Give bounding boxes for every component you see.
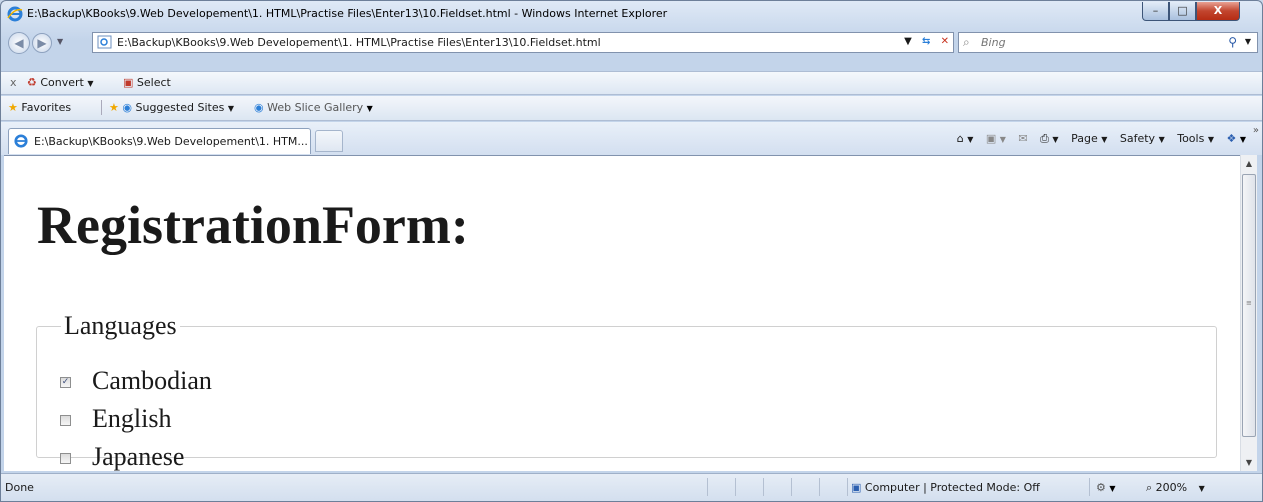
convert-dropdown-icon: ▼ xyxy=(87,79,94,88)
recent-pages-dropdown-icon[interactable]: ▼ xyxy=(57,37,63,46)
more-tools-chevron-icon[interactable]: » xyxy=(1253,125,1259,136)
refresh-icon[interactable]: ⇆ xyxy=(922,36,930,47)
home-icon[interactable]: ⌂ ▼ xyxy=(957,132,974,145)
ie-window: E:\Backup\KBooks\9.Web Developement\1. H… xyxy=(0,0,1263,502)
tools-menu-label: Tools xyxy=(1177,132,1205,145)
vertical-scrollbar[interactable]: ▲ ≡ ▼ xyxy=(1240,155,1257,471)
scrollbar-grip-icon: ≡ xyxy=(1246,299,1252,307)
command-bar: x ♻ Convert ▼ ▣ Select xyxy=(1,71,1262,95)
ie-logo-icon xyxy=(7,6,23,25)
select-icon: ▣ xyxy=(123,76,134,89)
convert-label: Convert xyxy=(40,76,84,89)
zoom-icon: ⌕ xyxy=(1146,481,1153,494)
maximize-button[interactable]: □ xyxy=(1169,2,1196,21)
select-label: Select xyxy=(136,76,171,89)
favorites-bar: ★ Favorites ★ ◉ Suggested Sites ▼ ◉ Web … xyxy=(1,96,1262,121)
close-toolbar-icon[interactable]: x xyxy=(10,76,17,89)
mail-icon[interactable]: ✉ xyxy=(1018,132,1027,145)
web-slice-dropdown-icon: ▼ xyxy=(366,104,373,113)
status-separator xyxy=(819,478,820,496)
fieldset-legend: Languages xyxy=(64,311,177,340)
suggested-sites-label: Suggested Sites xyxy=(135,101,225,114)
search-input[interactable] xyxy=(979,35,1223,50)
status-separator xyxy=(735,478,736,496)
protected-mode-icon[interactable]: ⚙ ▼ xyxy=(1096,481,1116,494)
tab-bar: E:\Backup\KBooks\9.Web Developement\1. H… xyxy=(1,122,1262,155)
scroll-down-arrow-icon[interactable]: ▼ xyxy=(1241,454,1257,471)
tab-current[interactable]: E:\Backup\KBooks\9.Web Developement\1. H… xyxy=(8,128,311,154)
tab-label: E:\Backup\KBooks\9.Web Developement\1. H… xyxy=(34,135,308,148)
status-separator xyxy=(847,478,848,496)
favorites-button[interactable]: ★ Favorites xyxy=(8,101,71,114)
status-separator xyxy=(1089,478,1090,496)
search-icon: ⌕ xyxy=(963,35,970,49)
checkbox-cambodian[interactable]: ✓ xyxy=(60,377,71,388)
scrollbar-thumb[interactable]: ≡ xyxy=(1242,174,1256,437)
suggested-sites-dropdown-icon: ▼ xyxy=(227,104,234,113)
languages-fieldset: Languages ✓ Cambodian English Japanese xyxy=(36,311,1217,471)
print-icon[interactable]: ⎙ ▼ xyxy=(1040,132,1058,145)
address-dropdown-icon[interactable]: ▼ xyxy=(904,36,912,47)
page-content: RegistrationForm: Languages ✓ Cambodian … xyxy=(4,155,1240,471)
status-separator xyxy=(707,478,708,496)
address-bar[interactable]: E:\Backup\KBooks\9.Web Developement\1. H… xyxy=(92,32,954,53)
security-zone[interactable]: ▣ Computer | Protected Mode: Off xyxy=(851,481,1040,494)
safety-menu-label: Safety xyxy=(1119,132,1156,145)
search-options-dropdown-icon[interactable]: ▼ xyxy=(1245,37,1251,46)
tools-menu[interactable]: Tools ▼ xyxy=(1177,132,1214,145)
page-icon xyxy=(97,35,113,52)
search-box[interactable]: ⌕ ⚲ ▼ xyxy=(958,32,1258,53)
minimize-button[interactable]: – xyxy=(1142,2,1169,21)
web-slice-gallery-button[interactable]: ◉ Web Slice Gallery ▼ xyxy=(254,101,373,114)
favorites-star-icon: ★ xyxy=(8,101,18,114)
window-title: E:\Backup\KBooks\9.Web Developement\1. H… xyxy=(27,7,668,20)
suggested-sites-icon: ◉ xyxy=(122,101,132,114)
status-separator xyxy=(791,478,792,496)
page-menu-label: Page xyxy=(1071,132,1098,145)
new-tab-button[interactable] xyxy=(315,130,343,152)
close-button[interactable]: X xyxy=(1196,2,1240,21)
zoom-level: 200% xyxy=(1155,481,1188,494)
page-menu[interactable]: Page ▼ xyxy=(1071,132,1107,145)
title-bar: E:\Backup\KBooks\9.Web Developement\1. H… xyxy=(1,1,1262,27)
option-label-english: English xyxy=(92,404,172,433)
help-icon[interactable]: ❖ ▼ xyxy=(1226,132,1246,145)
favorites-separator xyxy=(101,100,102,115)
option-label-japanese: Japanese xyxy=(92,442,185,471)
checkbox-japanese[interactable] xyxy=(60,453,71,464)
forward-button[interactable]: ▶ xyxy=(32,33,52,53)
web-slice-label: Web Slice Gallery xyxy=(267,101,364,114)
stop-icon[interactable]: ✕ xyxy=(941,36,949,47)
convert-icon: ♻ xyxy=(27,76,37,89)
page-heading: RegistrationForm: xyxy=(37,195,469,255)
status-separator xyxy=(763,478,764,496)
feeds-icon[interactable]: ▣ ▼ xyxy=(986,132,1006,145)
url-text[interactable]: E:\Backup\KBooks\9.Web Developement\1. H… xyxy=(117,36,601,49)
scroll-up-arrow-icon[interactable]: ▲ xyxy=(1241,155,1257,172)
web-slice-icon: ◉ xyxy=(254,101,264,114)
status-bar: Done ▣ Computer | Protected Mode: Off ⚙ … xyxy=(1,473,1262,501)
convert-button[interactable]: ♻ Convert ▼ xyxy=(27,76,94,89)
back-button[interactable]: ◀ xyxy=(8,32,30,54)
computer-icon: ▣ xyxy=(851,481,862,494)
zoom-control[interactable]: ⌕ 200% ▼ xyxy=(1146,481,1205,495)
checkbox-english[interactable] xyxy=(60,415,71,426)
suggested-sites-button[interactable]: ★ ◉ Suggested Sites ▼ xyxy=(109,101,234,114)
tab-ie-icon xyxy=(14,134,28,151)
address-row: ◀ ▶ ▼ E:\Backup\KBooks\9.Web Developemen… xyxy=(1,29,1262,57)
security-zone-label: Computer | Protected Mode: Off xyxy=(864,481,1040,494)
select-button[interactable]: ▣ Select xyxy=(123,76,171,89)
zoom-dropdown-icon: ▼ xyxy=(1198,484,1205,493)
favorites-label: Favorites xyxy=(21,101,72,114)
safety-menu[interactable]: Safety ▼ xyxy=(1120,132,1165,145)
status-text: Done xyxy=(5,481,34,494)
option-label-cambodian: Cambodian xyxy=(92,366,212,395)
add-favorite-icon: ★ xyxy=(109,101,119,114)
search-go-icon[interactable]: ⚲ xyxy=(1228,35,1237,49)
